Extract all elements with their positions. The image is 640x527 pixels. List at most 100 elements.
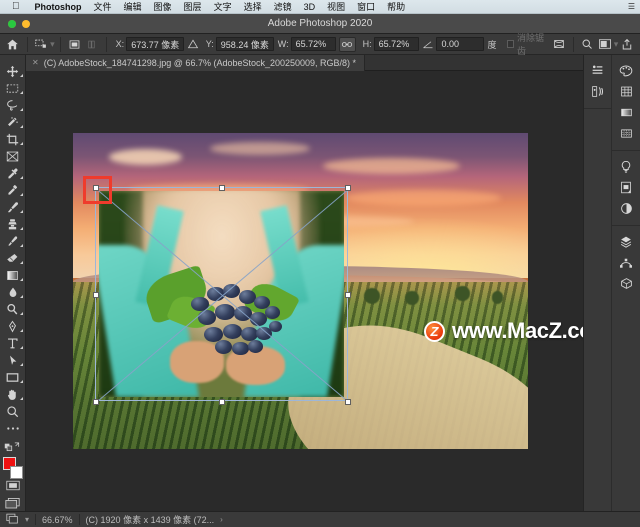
home-icon[interactable] xyxy=(4,36,22,53)
bottom-center-handle[interactable] xyxy=(219,399,225,405)
document-icon-chevron[interactable]: ▾ xyxy=(25,515,29,524)
workspace-icon[interactable] xyxy=(596,36,614,53)
properties-icon[interactable] xyxy=(587,60,609,81)
screen-mode-icon[interactable] xyxy=(1,494,25,511)
menu-item-image[interactable]: 图像 xyxy=(148,0,178,13)
status-separator-1 xyxy=(35,514,37,525)
bottom-right-handle[interactable] xyxy=(345,399,351,405)
brush-tool[interactable] xyxy=(1,199,25,216)
w-input[interactable]: 65.72% xyxy=(290,37,336,51)
crop-tool[interactable] xyxy=(1,131,25,148)
window-title: Adobe Photoshop 2020 xyxy=(267,18,373,29)
ellipsis-icon[interactable] xyxy=(1,420,25,437)
delta-icon xyxy=(184,36,202,53)
antialias-checkbox[interactable]: 消除锯齿 xyxy=(506,31,551,57)
menu-item-layer[interactable]: 图层 xyxy=(178,0,208,13)
zoom-button[interactable] xyxy=(8,20,16,28)
menu-app-name[interactable]: Photoshop xyxy=(29,2,88,12)
frame-tool[interactable] xyxy=(1,148,25,165)
bulb-icon[interactable] xyxy=(615,156,637,177)
chevron-right-icon[interactable]: › xyxy=(220,515,223,524)
transform-bounding-box[interactable] xyxy=(93,185,351,405)
bottom-left-handle[interactable] xyxy=(93,399,99,405)
document-dimensions: (C) 1920 像素 x 1439 像素 (72... xyxy=(85,515,215,525)
degree-label: 度 xyxy=(487,39,497,50)
styles-circle-icon[interactable] xyxy=(615,198,637,219)
patterns-grid-icon[interactable] xyxy=(615,123,637,144)
tree xyxy=(364,287,381,304)
align-icon[interactable] xyxy=(83,36,101,53)
healing-brush-tool[interactable] xyxy=(1,182,25,199)
eraser-tool[interactable] xyxy=(1,250,25,267)
menu-status-icons[interactable]: ☰ xyxy=(623,2,640,11)
top-center-handle[interactable] xyxy=(219,185,225,191)
default-colors-icon[interactable] xyxy=(1,437,25,454)
link-chain-icon[interactable] xyxy=(338,36,356,52)
document-icon[interactable] xyxy=(6,513,19,527)
libraries-icon[interactable] xyxy=(615,177,637,198)
hand-tool[interactable] xyxy=(1,386,25,403)
top-right-handle[interactable] xyxy=(345,185,351,191)
lasso-tool[interactable] xyxy=(1,97,25,114)
watermark: Z www.MacZ.com xyxy=(424,318,583,344)
status-separator-2 xyxy=(78,514,80,525)
canvas-area[interactable]: Z www.MacZ.com 缩小照片缩小时更改照片比例，按住 Shift 键，… xyxy=(26,71,583,511)
middle-right-handle[interactable] xyxy=(345,292,351,298)
h-input[interactable]: 65.72% xyxy=(373,37,419,51)
history-brush-tool[interactable] xyxy=(1,233,25,250)
close-icon[interactable]: ✕ xyxy=(32,58,39,67)
menu-item-filter[interactable]: 滤镜 xyxy=(268,0,298,13)
menu-item-help[interactable]: 帮助 xyxy=(381,0,411,13)
gradient-panel-icon[interactable] xyxy=(615,102,637,123)
warp-icon[interactable] xyxy=(550,36,568,53)
clone-stamp-tool[interactable] xyxy=(1,216,25,233)
type-tool[interactable] xyxy=(1,335,25,352)
blur-tool[interactable] xyxy=(1,284,25,301)
rectangle-shape-tool[interactable] xyxy=(1,369,25,386)
magic-wand-tool[interactable] xyxy=(1,114,25,131)
rectangular-marquee-tool[interactable] xyxy=(1,80,25,97)
menu-item-edit[interactable]: 编辑 xyxy=(118,0,148,13)
swatches-grid-icon[interactable] xyxy=(615,81,637,102)
menu-item-type[interactable]: 文字 xyxy=(208,0,238,13)
menu-item-window[interactable]: 窗口 xyxy=(351,0,381,13)
share-icon[interactable] xyxy=(618,36,636,53)
y-input[interactable]: 958.24 像素 xyxy=(215,37,274,51)
minimize-button[interactable] xyxy=(22,20,30,28)
color-palette-icon[interactable] xyxy=(615,60,637,81)
gradient-tool[interactable] xyxy=(1,267,25,284)
move-tool[interactable] xyxy=(1,63,25,80)
x-input[interactable]: 673.77 像素 xyxy=(126,37,185,51)
adjustments-icon[interactable] xyxy=(587,81,609,102)
document-tab[interactable]: ✕ (C) AdobeStock_184741298.jpg @ 66.7% (… xyxy=(26,54,366,71)
zoom-level[interactable]: 66.67% xyxy=(42,515,73,525)
photoshop-window:  Photoshop 文件 编辑 图像 图层 文字 选择 滤镜 3D 视图 窗… xyxy=(0,0,640,527)
path-selection-tool[interactable] xyxy=(1,352,25,369)
angle-input[interactable]: 0.00 xyxy=(436,37,484,51)
tree xyxy=(491,291,504,304)
middle-left-handle[interactable] xyxy=(93,292,99,298)
zoom-tool[interactable] xyxy=(1,403,25,420)
search-icon[interactable] xyxy=(579,36,597,53)
menu-item-file[interactable]: 文件 xyxy=(88,0,118,13)
menu-item-3d[interactable]: 3D xyxy=(298,2,322,12)
dodge-tool[interactable] xyxy=(1,301,25,318)
channels-cube-icon[interactable] xyxy=(615,273,637,294)
cloud xyxy=(323,158,460,175)
menu-item-select[interactable]: 选择 xyxy=(238,0,268,13)
eyedropper-tool[interactable] xyxy=(1,165,25,182)
transform-controls-icon[interactable] xyxy=(66,36,84,53)
pen-tool[interactable] xyxy=(1,318,25,335)
color-swatches[interactable] xyxy=(1,456,25,479)
paths-icon[interactable] xyxy=(615,252,637,273)
move-tool-icon[interactable] xyxy=(33,36,51,53)
quick-mask-icon[interactable] xyxy=(1,477,25,494)
menu-item-view[interactable]: 视图 xyxy=(321,0,351,13)
window-controls xyxy=(8,20,30,28)
dock-group-layers xyxy=(612,226,640,300)
options-separator-2 xyxy=(59,36,61,52)
options-separator-3 xyxy=(105,36,107,52)
apple-icon[interactable]:  xyxy=(12,1,20,12)
layers-stack-icon[interactable] xyxy=(615,231,637,252)
options-separator-4 xyxy=(572,36,574,52)
